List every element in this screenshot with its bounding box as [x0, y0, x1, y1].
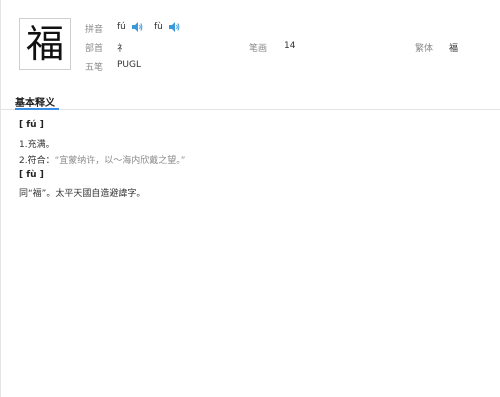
pinyin-value-1: fú: [117, 22, 126, 32]
pinyin-label: 拼音: [85, 25, 104, 35]
pinyin-heading: [ fú ]: [19, 120, 44, 130]
definition-example: “宜蒙纳许，以～海内欣戴之望。”: [54, 156, 186, 166]
character-glyph: 福: [25, 22, 64, 66]
definition-item: 1.充满。: [19, 140, 55, 150]
traditional-label: 繁体: [415, 44, 434, 54]
radical-value: 礻: [117, 44, 127, 54]
tab-active-indicator: [15, 108, 59, 110]
definition-text: 2.符合：: [19, 156, 55, 166]
radical-label: 部首: [85, 44, 104, 54]
strokes-value: 14: [284, 41, 296, 51]
definition-item: 2.符合：“宜蒙纳许，以～海内欣戴之望。”: [19, 153, 185, 166]
speaker-icon[interactable]: [132, 22, 143, 32]
tab-divider: [1, 109, 500, 110]
dictionary-page: 福 拼音 fú fù 部首 礻 笔画 14 繁体 福 五笔 PUGL 基本释义 …: [0, 0, 500, 397]
wubi-label: 五笔: [85, 63, 104, 73]
wubi-value: PUGL: [117, 60, 142, 70]
pinyin-heading: [ fù ]: [19, 170, 44, 180]
pinyin-value-2: fù: [154, 22, 163, 32]
character-box: 福: [19, 18, 71, 70]
strokes-label: 笔画: [249, 44, 268, 54]
speaker-icon[interactable]: [169, 22, 180, 32]
definition-item: 同“福”。太平天國自造避諱字。: [19, 189, 146, 199]
traditional-value: 福: [449, 44, 459, 54]
